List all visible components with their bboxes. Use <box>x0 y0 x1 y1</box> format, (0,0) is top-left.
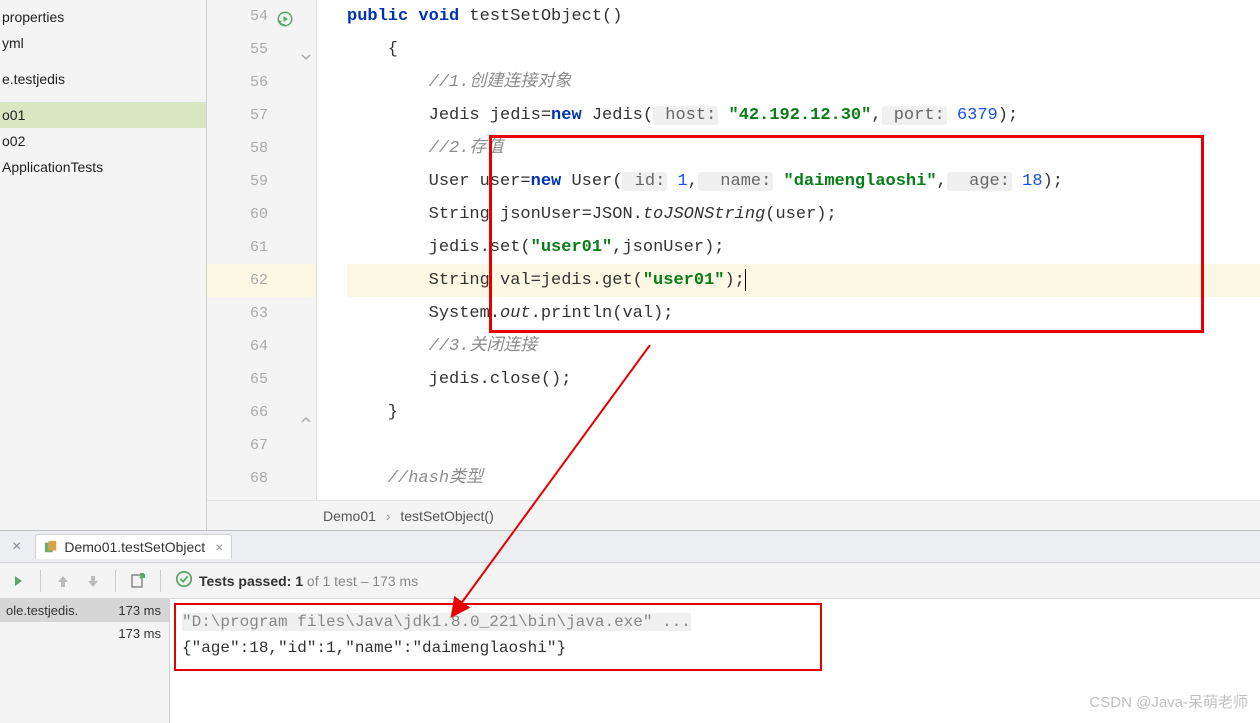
line-number: 63 <box>250 305 268 322</box>
separator <box>160 570 161 592</box>
rerun-button[interactable] <box>4 567 32 595</box>
code-line[interactable]: jedis.close(); <box>347 363 1260 396</box>
sidebar-item-yml[interactable]: yml <box>0 30 206 56</box>
line-number: 55 <box>250 41 268 58</box>
down-button[interactable] <box>79 567 107 595</box>
code-editor[interactable]: 54 55 56 57 58 59 60 61 62 63 64 65 66 <box>207 0 1260 530</box>
sidebar-item-applicationtests[interactable]: ApplicationTests <box>0 154 206 180</box>
line-number: 65 <box>250 371 268 388</box>
fold-icon[interactable] <box>300 43 312 55</box>
separator <box>40 570 41 592</box>
code-line[interactable]: User user=new User( id: 1, name: "daimen… <box>347 165 1260 198</box>
fold-up-icon[interactable] <box>300 406 312 418</box>
line-number: 61 <box>250 239 268 256</box>
sidebar-item-properties[interactable]: properties <box>0 4 206 30</box>
chevron-right-icon: › <box>386 508 391 524</box>
code-line-active[interactable]: String val=jedis.get("user01"); <box>347 264 1260 297</box>
breadcrumb-class[interactable]: Demo01 <box>317 508 382 524</box>
line-number: 54 <box>250 8 268 25</box>
run-tool-window[interactable]: × Demo01.testSetObject × Tests passed: 1… <box>0 530 1260 722</box>
project-sidebar[interactable]: properties yml e.testjedis o01 o02 Appli… <box>0 0 207 530</box>
line-number: 59 <box>250 173 268 190</box>
code-line[interactable]: { <box>347 33 1260 66</box>
line-number: 60 <box>250 206 268 223</box>
test-tree-row[interactable]: 173 ms <box>0 622 169 645</box>
export-button[interactable] <box>124 567 152 595</box>
run-config-icon <box>44 540 58 554</box>
close-tab-icon[interactable]: × <box>215 539 223 555</box>
close-icon[interactable]: × <box>2 538 31 556</box>
test-tree[interactable]: ole.testjedis.173 ms 173 ms <box>0 599 170 723</box>
watermark: CSDN @Java-呆萌老师 <box>1089 691 1248 712</box>
console-line-out: {"age":18,"id":1,"name":"daimenglaoshi"} <box>182 635 1248 661</box>
code-line[interactable]: //hash类型 <box>347 462 1260 495</box>
tests-status: Tests passed: 1 of 1 test – 173 ms <box>175 570 418 591</box>
line-number: 64 <box>250 338 268 355</box>
sidebar-item-o02[interactable]: o02 <box>0 128 206 154</box>
line-number: 62 <box>250 272 268 289</box>
code-line[interactable]: Jedis jedis=new Jedis( host: "42.192.12.… <box>347 99 1260 132</box>
sidebar-item-o01[interactable]: o01 <box>0 102 206 128</box>
code-line[interactable]: System.out.println(val); <box>347 297 1260 330</box>
code-line[interactable]: public void testSetObject() <box>347 0 1260 33</box>
check-circle-icon <box>175 570 193 591</box>
code-line[interactable]: String jsonUser=JSON.toJSONString(user); <box>347 198 1260 231</box>
line-number: 58 <box>250 140 268 157</box>
code-line[interactable]: jedis.set("user01",jsonUser); <box>347 231 1260 264</box>
sidebar-item-blank1 <box>0 56 206 66</box>
run-toolbar: Tests passed: 1 of 1 test – 173 ms <box>0 563 1260 599</box>
console-line-cmd: "D:\program files\Java\jdk1.8.0_221\bin\… <box>182 609 1248 635</box>
text-cursor <box>745 269 746 291</box>
code-line[interactable]: //3.关闭连接 <box>347 330 1260 363</box>
line-gutter[interactable]: 54 55 56 57 58 59 60 61 62 63 64 65 66 <box>207 0 317 500</box>
code-line[interactable]: @Test <box>347 495 1260 500</box>
up-button[interactable] <box>49 567 77 595</box>
separator <box>115 570 116 592</box>
line-number: 56 <box>250 74 268 91</box>
code-content[interactable]: public void testSetObject() { //1.创建连接对象… <box>317 0 1260 500</box>
run-tab-label: Demo01.testSetObject <box>64 539 205 555</box>
code-line[interactable]: //1.创建连接对象 <box>347 66 1260 99</box>
breadcrumb-method[interactable]: testSetObject() <box>394 508 499 524</box>
code-line[interactable] <box>347 429 1260 462</box>
test-tree-row[interactable]: ole.testjedis.173 ms <box>0 599 169 622</box>
sidebar-item-testjedis[interactable]: e.testjedis <box>0 66 206 92</box>
line-number: 67 <box>250 437 268 454</box>
run-tabs: × Demo01.testSetObject × <box>0 531 1260 563</box>
code-line[interactable]: } <box>347 396 1260 429</box>
line-number: 66 <box>250 404 268 421</box>
code-line[interactable]: //2.存值 <box>347 132 1260 165</box>
run-tab-active[interactable]: Demo01.testSetObject × <box>35 534 232 559</box>
breadcrumb[interactable]: Demo01 › testSetObject() <box>207 500 1260 530</box>
sidebar-item-blank2 <box>0 92 206 102</box>
line-number: 57 <box>250 107 268 124</box>
line-number: 68 <box>250 470 268 487</box>
